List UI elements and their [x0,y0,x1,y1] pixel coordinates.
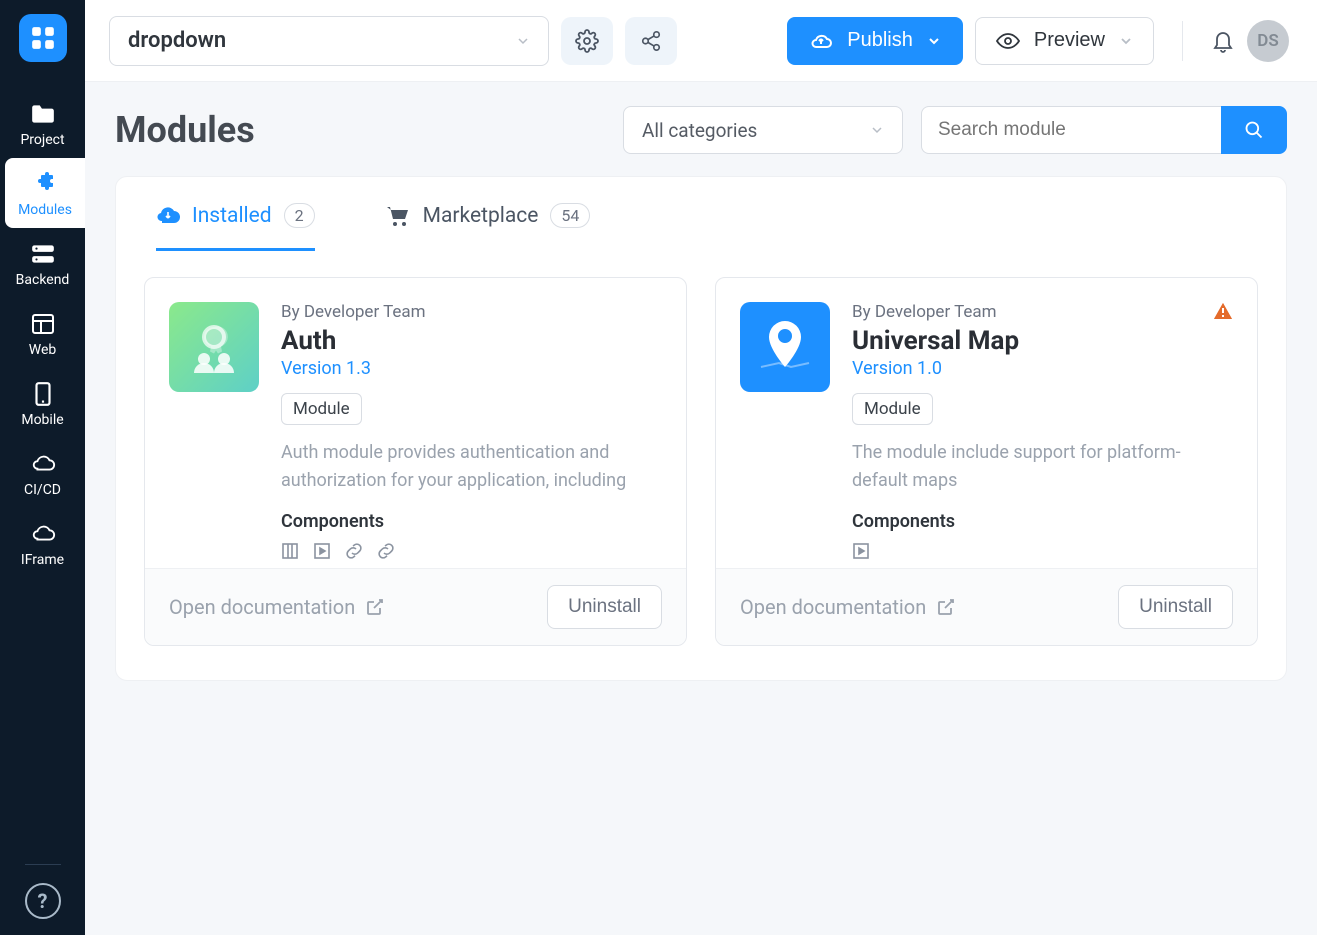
uninstall-label: Uninstall [568,596,641,617]
sidebar-divider [25,864,61,865]
sidebar-item-label: Project [20,132,64,148]
module-tag: Module [281,393,362,425]
project-select[interactable]: dropdown [109,16,549,66]
user-avatar[interactable]: DS [1247,20,1289,62]
sidebar-item-label: Web [29,342,57,358]
publish-button[interactable]: Publish [787,17,963,65]
sidebar-item-label: IFrame [21,552,64,568]
server-icon [30,241,56,267]
download-icon [156,205,180,227]
chevron-down-icon [1119,34,1133,48]
warning-icon [1213,302,1233,320]
module-version: Version 1.3 [281,358,662,379]
topbar: dropdown Publish Preview DS [85,0,1317,82]
share-button[interactable] [625,17,677,65]
preview-label: Preview [1034,29,1105,52]
tab-installed[interactable]: Installed 2 [156,191,315,251]
cloud-icon [30,521,56,547]
eye-icon [996,32,1020,50]
sidebar-item-web[interactable]: Web [0,298,85,368]
tab-count: 2 [284,203,315,228]
divider [1182,21,1183,61]
preview-button[interactable]: Preview [975,17,1154,65]
sidebar-item-label: Backend [16,272,70,288]
external-link-icon [365,597,385,617]
module-card-universal-map: By Developer Team Universal Map Version … [715,277,1258,646]
link-icon [345,542,363,560]
sidebar-item-label: Mobile [21,412,63,428]
project-name: dropdown [128,28,226,53]
sidebar-item-modules[interactable]: Modules [5,158,85,228]
sidebar-item-backend[interactable]: Backend [0,228,85,298]
sidebar-item-label: CI/CD [24,482,61,498]
sidebar-item-iframe[interactable]: IFrame [0,508,85,578]
settings-button[interactable] [561,17,613,65]
page-title: Modules [115,109,605,151]
search-button[interactable] [1221,106,1287,154]
notifications-button[interactable] [1211,28,1235,54]
chevron-down-icon [516,34,530,48]
category-select-label: All categories [642,119,757,142]
grid-icon [281,542,299,560]
chevron-down-icon [870,123,884,137]
sidebar-item-project[interactable]: Project [0,88,85,158]
avatar-initials: DS [1257,31,1278,51]
link-icon [377,542,395,560]
cart-icon [385,205,411,227]
play-icon [852,542,870,560]
external-link-icon [936,597,956,617]
module-title: Universal Map [852,326,1233,356]
uninstall-button[interactable]: Uninstall [547,585,662,629]
mobile-icon [30,381,56,407]
layout-icon [30,311,56,337]
puzzle-icon [32,171,58,197]
tab-count: 54 [550,203,590,228]
module-card-auth: By Developer Team Auth Version 1.3 Modul… [144,277,687,646]
folder-icon [30,101,56,127]
tab-marketplace[interactable]: Marketplace 54 [385,191,591,251]
sidebar: Project Modules Backend Web Mobile CI/CD… [0,0,85,935]
gear-icon [575,29,599,53]
app-logo[interactable] [19,14,67,62]
sidebar-item-label: Modules [18,202,72,218]
category-select[interactable]: All categories [623,106,903,154]
module-author: By Developer Team [281,302,662,322]
chevron-down-icon [927,34,941,48]
cloud-icon [30,451,56,477]
components-label: Components [852,511,1233,532]
doc-link-label: Open documentation [169,595,355,619]
help-button[interactable]: ? [25,883,61,919]
tab-label: Marketplace [423,204,539,228]
module-tag: Module [852,393,933,425]
open-documentation-link[interactable]: Open documentation [169,595,385,619]
sidebar-item-mobile[interactable]: Mobile [0,368,85,438]
components-label: Components [281,511,662,532]
module-author: By Developer Team [852,302,997,322]
doc-link-label: Open documentation [740,595,926,619]
module-description: Auth module provides authentication and … [281,439,662,495]
tab-label: Installed [192,204,272,228]
search-input[interactable] [921,106,1221,154]
uninstall-button[interactable]: Uninstall [1118,585,1233,629]
module-title: Auth [281,326,662,356]
uninstall-label: Uninstall [1139,596,1212,617]
sidebar-item-cicd[interactable]: CI/CD [0,438,85,508]
search-icon [1244,120,1264,140]
module-version: Version 1.0 [852,358,1233,379]
modules-panel: Installed 2 Marketplace 54 [115,176,1287,681]
module-icon [740,302,830,392]
open-documentation-link[interactable]: Open documentation [740,595,956,619]
publish-label: Publish [847,29,913,52]
module-icon [169,302,259,392]
cloud-upload-icon [809,31,833,51]
share-icon [640,30,662,52]
play-icon [313,542,331,560]
module-description: The module include support for platform-… [852,439,1233,495]
